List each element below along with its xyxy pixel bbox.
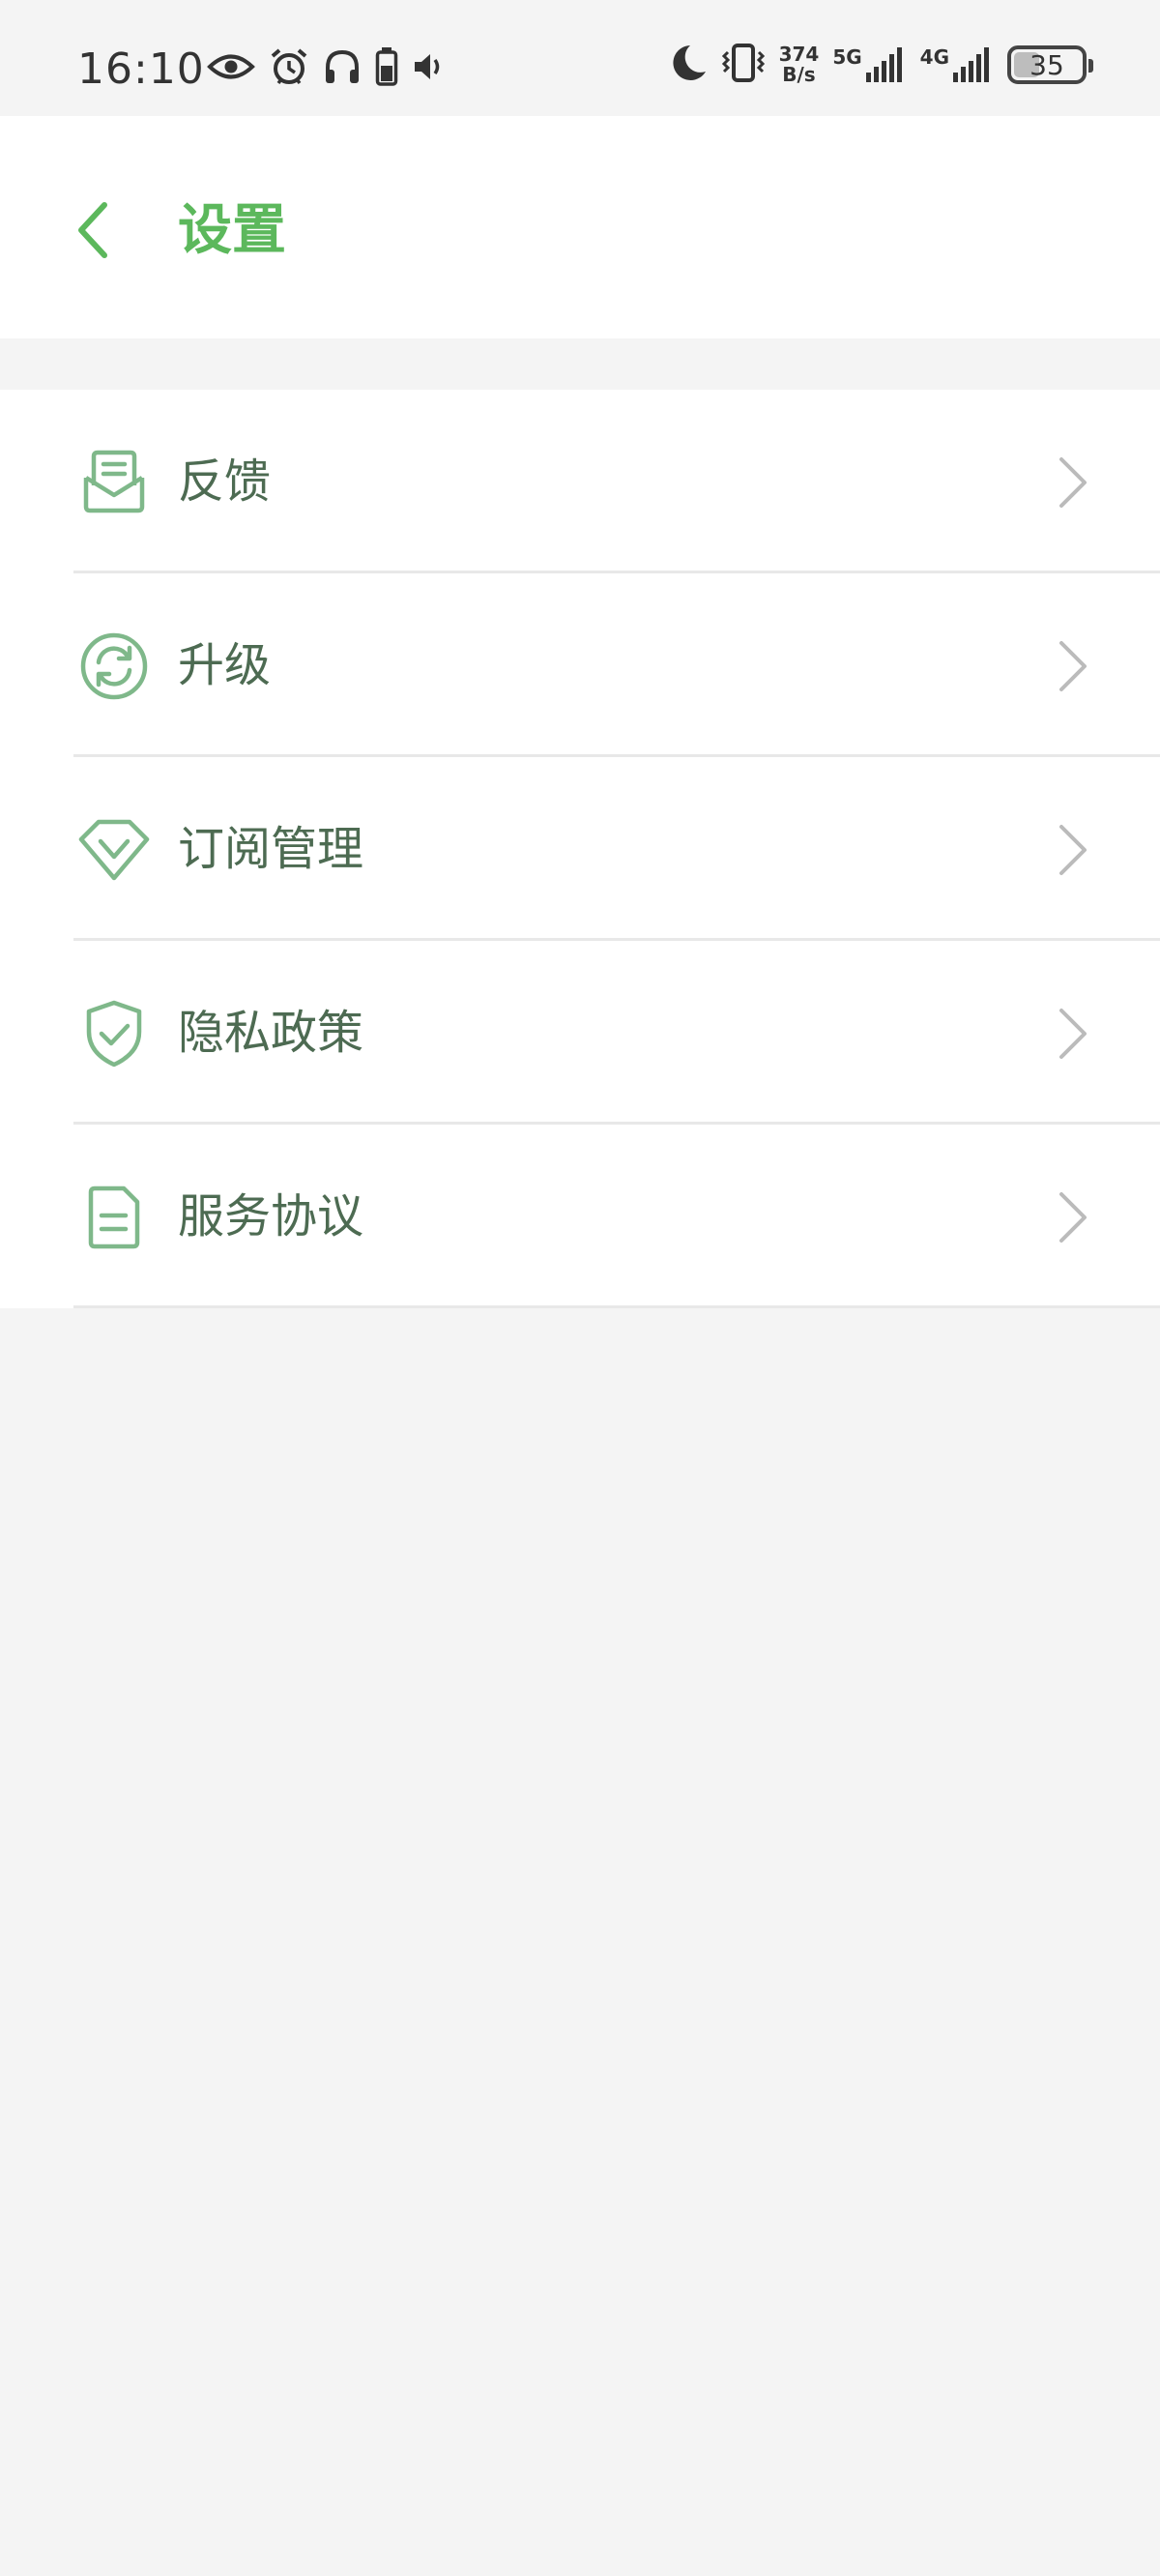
chevron-right-icon bbox=[1054, 1190, 1092, 1244]
chevron-right-icon bbox=[1054, 823, 1092, 877]
status-bar: 16:10 374 B/s 5G 4G 35 bbox=[0, 0, 1160, 116]
diamond-icon bbox=[77, 813, 151, 887]
settings-item-subscription[interactable]: 订阅管理 bbox=[0, 757, 1160, 941]
volume-icon bbox=[412, 50, 447, 87]
network-speed: 374 B/s bbox=[779, 44, 820, 85]
settings-item-label: 订阅管理 bbox=[178, 822, 364, 876]
status-time: 16:10 bbox=[77, 44, 205, 94]
network-speed-value: 374 bbox=[778, 43, 820, 66]
page-title: 设置 bbox=[178, 199, 286, 262]
battery-saver-icon bbox=[375, 46, 398, 91]
settings-list: 反馈 升级 订阅管理 隐私政策 服务协议 bbox=[0, 390, 1160, 1308]
chevron-right-icon bbox=[1054, 1007, 1092, 1061]
settings-item-label: 隐私政策 bbox=[178, 1006, 364, 1060]
settings-item-service-agreement[interactable]: 服务协议 bbox=[0, 1125, 1160, 1308]
network-5g-label: 5G bbox=[832, 45, 862, 69]
upgrade-refresh-icon bbox=[77, 629, 151, 703]
settings-item-label: 反馈 bbox=[178, 454, 272, 509]
back-button[interactable] bbox=[54, 193, 131, 271]
divider bbox=[73, 1305, 1160, 1308]
battery-icon: 35 bbox=[1007, 45, 1093, 84]
eye-icon bbox=[207, 52, 255, 85]
settings-item-label: 升级 bbox=[178, 638, 272, 692]
status-left-icons bbox=[207, 46, 447, 91]
settings-item-label: 服务协议 bbox=[178, 1189, 364, 1244]
chevron-left-icon bbox=[73, 201, 112, 263]
status-right-icons: 374 B/s 5G 4G 35 bbox=[669, 43, 1093, 87]
document-icon bbox=[77, 1181, 151, 1254]
settings-item-privacy-policy[interactable]: 隐私政策 bbox=[0, 941, 1160, 1125]
alarm-icon bbox=[269, 46, 309, 91]
signal-4g-icon: 4G bbox=[920, 45, 994, 84]
vibrate-icon bbox=[721, 43, 766, 87]
chevron-right-icon bbox=[1054, 639, 1092, 693]
shield-check-icon bbox=[77, 997, 151, 1070]
network-speed-unit: B/s bbox=[782, 63, 816, 86]
header-bar: 设置 bbox=[0, 116, 1160, 338]
headphones-icon bbox=[323, 48, 362, 89]
settings-item-upgrade[interactable]: 升级 bbox=[0, 573, 1160, 757]
chevron-right-icon bbox=[1054, 455, 1092, 510]
battery-level: 35 bbox=[1030, 48, 1064, 81]
feedback-mail-icon bbox=[77, 446, 151, 519]
signal-5g-icon: 5G bbox=[832, 45, 906, 84]
moon-icon bbox=[669, 43, 708, 87]
network-4g-label: 4G bbox=[919, 45, 949, 69]
settings-item-feedback[interactable]: 反馈 bbox=[0, 390, 1160, 573]
